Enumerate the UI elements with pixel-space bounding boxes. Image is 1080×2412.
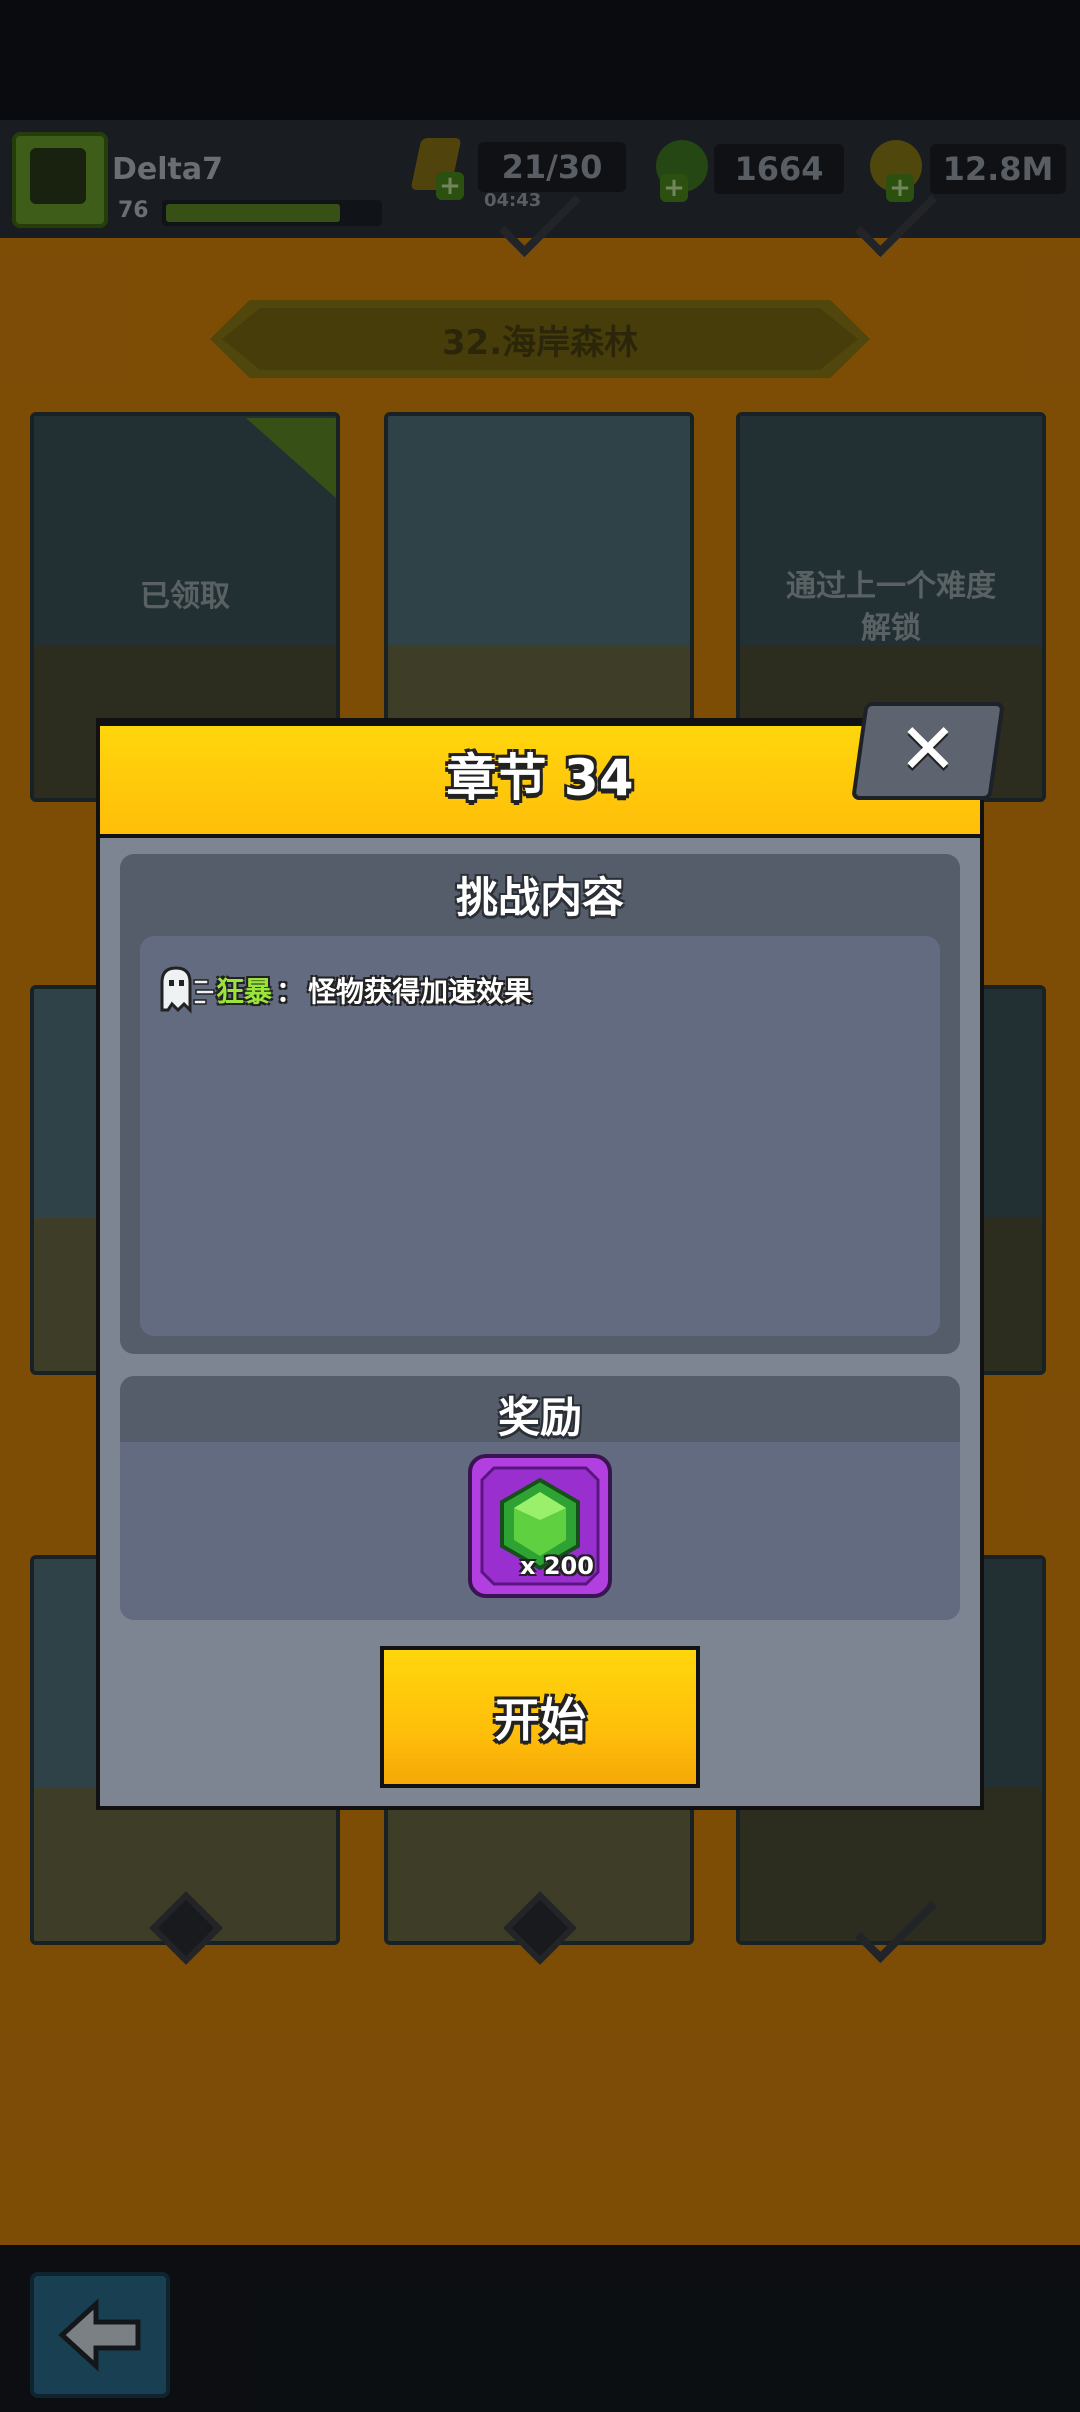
modifier-row: 狂暴 ： 怪物获得加速效果 [156,964,532,1016]
reward-header: 奖励 [497,1393,582,1442]
ghost-speed-icon [160,966,215,1014]
modifier-description: 怪物获得加速效果 [308,975,533,1008]
reward-quantity: x 200 [520,1552,594,1580]
challenge-header: 挑战内容 [455,873,624,922]
modifier-separator: ： [276,975,305,1008]
close-icon[interactable]: ✕ [858,700,998,798]
start-button[interactable]: 开始 [380,1646,700,1788]
dialog-title: 章节 34 [446,749,634,807]
modifier-name: 狂暴 [216,975,273,1008]
